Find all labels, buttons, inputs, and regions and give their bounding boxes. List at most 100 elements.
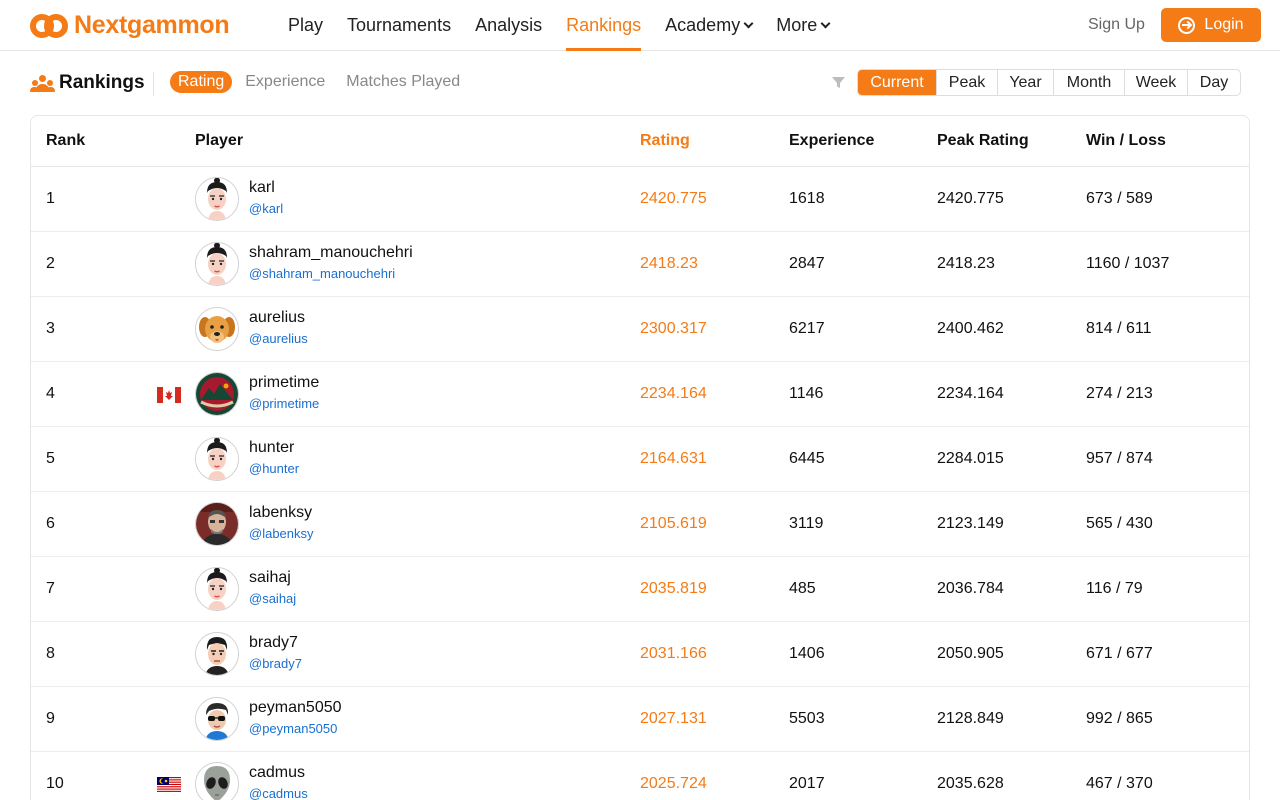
player-name[interactable]: karl: [249, 179, 275, 197]
peak-rating-cell: 2035.628: [937, 775, 1004, 792]
rank-cell: 5: [46, 450, 55, 467]
tab-rating[interactable]: Rating: [170, 71, 233, 93]
table-row[interactable]: 7 saihaj @saihaj 2035.819 485 2036.784 116 / 7…: [31, 557, 1249, 622]
experience-cell: 2847: [789, 255, 825, 272]
peak-rating-cell: 2420.775: [937, 190, 1004, 207]
nav-label: Tournaments: [347, 15, 452, 35]
nav-label: More: [776, 15, 818, 35]
rating-cell: 2418.23: [640, 255, 698, 272]
face-icon: [196, 178, 238, 220]
period-week[interactable]: Week: [1124, 70, 1187, 95]
tab-matches-played[interactable]: Matches Played: [346, 71, 460, 93]
avatar[interactable]: [195, 632, 239, 676]
period-day[interactable]: Day: [1187, 70, 1240, 95]
face-male-icon: [196, 633, 238, 675]
player-name[interactable]: primetime: [249, 374, 319, 392]
rating-cell: 2025.724: [640, 775, 707, 792]
player-name[interactable]: hunter: [249, 439, 294, 457]
player-name[interactable]: shahram_manouchehri: [249, 244, 413, 262]
header-rank[interactable]: Rank: [46, 132, 85, 150]
face-icon: [196, 243, 238, 285]
rank-cell: 9: [46, 710, 55, 727]
page-title: Rankings: [30, 72, 145, 94]
win-loss-cell: 274 / 213: [1086, 385, 1153, 402]
player-name[interactable]: labenksy: [249, 504, 312, 522]
player-handle-link[interactable]: @karl: [249, 201, 283, 216]
signup-link[interactable]: Sign Up: [1088, 16, 1145, 34]
filter-icon[interactable]: [831, 75, 846, 90]
header-win-loss[interactable]: Win / Loss: [1086, 132, 1166, 150]
avatar[interactable]: [195, 762, 239, 800]
nav-analysis[interactable]: Analysis: [463, 0, 554, 51]
chevron-down-icon: [743, 18, 754, 29]
player-name[interactable]: brady7: [249, 634, 298, 652]
player-handle-link[interactable]: @aurelius: [249, 331, 308, 346]
period-month[interactable]: Month: [1053, 70, 1124, 95]
table-row[interactable]: 8 brady7 @brady7 2031.166 1406 2050.905 671 / …: [31, 622, 1249, 687]
nav-label: Academy: [665, 15, 741, 35]
login-label: Login: [1204, 16, 1244, 33]
player-handle-link[interactable]: @peyman5050: [249, 721, 337, 736]
player-name[interactable]: peyman5050: [249, 699, 342, 717]
login-button[interactable]: Login: [1161, 8, 1261, 42]
nav-label: Rankings: [566, 15, 642, 35]
player-name[interactable]: saihaj: [249, 569, 291, 587]
dog-icon: [196, 308, 238, 350]
nav-more[interactable]: More: [764, 0, 841, 51]
table-row[interactable]: 3 aurelius @aurelius 2300.317 6217 2400.462 81…: [31, 297, 1249, 362]
player-handle-link[interactable]: @cadmus: [249, 786, 308, 800]
experience-cell: 6217: [789, 320, 825, 337]
table-row[interactable]: 4 primetime @primetime 2234.164 1146 2234.164…: [31, 362, 1249, 427]
rating-cell: 2105.619: [640, 515, 707, 532]
player-name[interactable]: aurelius: [249, 309, 305, 327]
player-handle-link[interactable]: @labenksy: [249, 526, 314, 541]
rating-cell: 2164.631: [640, 450, 707, 467]
period-peak[interactable]: Peak: [936, 70, 997, 95]
period-year[interactable]: Year: [997, 70, 1053, 95]
avatar[interactable]: [195, 307, 239, 351]
player-handle-link[interactable]: @hunter: [249, 461, 299, 476]
table-row[interactable]: 9 peyman5050 @peyman5050 2027.131 5503 2128.8…: [31, 687, 1249, 752]
avatar[interactable]: [195, 437, 239, 481]
alien-icon: [196, 763, 238, 800]
header-rating[interactable]: Rating: [640, 132, 690, 150]
table-row[interactable]: 2 shahram_manouchehri @shahram_manouchehri…: [31, 232, 1249, 297]
rank-cell: 3: [46, 320, 55, 337]
page-title-text: Rankings: [59, 72, 145, 93]
nav-play[interactable]: Play: [276, 0, 335, 51]
nav-label: Analysis: [475, 15, 543, 35]
rank-cell: 1: [46, 190, 55, 207]
header-peak-rating[interactable]: Peak Rating: [937, 132, 1029, 150]
experience-cell: 1618: [789, 190, 825, 207]
header-player[interactable]: Player: [195, 132, 243, 150]
win-loss-cell: 467 / 370: [1086, 775, 1153, 792]
table-row[interactable]: 6 labenksy @labenksy 2105.619 3119 2123.149 56…: [31, 492, 1249, 557]
period-current[interactable]: Current: [858, 70, 936, 95]
player-name[interactable]: cadmus: [249, 764, 305, 782]
nav-rankings[interactable]: Rankings: [554, 0, 653, 51]
avatar[interactable]: [195, 697, 239, 741]
peak-rating-cell: 2036.784: [937, 580, 1004, 597]
experience-cell: 1406: [789, 645, 825, 662]
table-row[interactable]: 1 karl @karl 2420.775 1618 2420.775 673 / 589: [31, 167, 1249, 232]
win-loss-cell: 992 / 865: [1086, 710, 1153, 727]
tab-experience[interactable]: Experience: [245, 71, 325, 93]
player-handle-link[interactable]: @brady7: [249, 656, 302, 671]
table-row[interactable]: 5 hunter @hunter 2164.631 6445 2284.015 957 / …: [31, 427, 1249, 492]
nav-tournaments[interactable]: Tournaments: [335, 0, 463, 51]
avatar[interactable]: [195, 567, 239, 611]
peak-rating-cell: 2284.015: [937, 450, 1004, 467]
player-handle-link[interactable]: @primetime: [249, 396, 319, 411]
login-icon: [1178, 16, 1196, 34]
brand-logo[interactable]: Nextgammon: [30, 11, 230, 40]
avatar[interactable]: [195, 502, 239, 546]
avatar[interactable]: [195, 372, 239, 416]
avatar[interactable]: [195, 242, 239, 286]
table-row[interactable]: 10 cadmus @cadmus 2025.724 2017 2035.628 467 /…: [31, 752, 1249, 800]
player-handle-link[interactable]: @saihaj: [249, 591, 296, 606]
avatar[interactable]: [195, 177, 239, 221]
player-handle-link[interactable]: @shahram_manouchehri: [249, 266, 395, 281]
face-icon: [196, 438, 238, 480]
header-experience[interactable]: Experience: [789, 132, 874, 150]
nav-academy[interactable]: Academy: [653, 0, 764, 51]
